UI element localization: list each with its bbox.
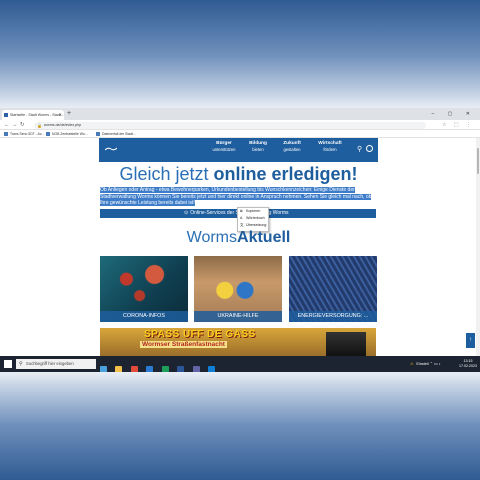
file-explorer-icon[interactable]: [115, 366, 123, 372]
edge-icon[interactable]: [208, 366, 216, 372]
taskbar-apps: [100, 360, 219, 372]
tray-icons: ⌃ ▭ ♪: [429, 362, 441, 366]
close-tab-icon[interactable]: ✕: [59, 110, 62, 120]
taskbar-clock[interactable]: 13:15 17.02.2023: [459, 359, 477, 369]
nav-item-bildung[interactable]: Bildung bieten: [245, 141, 271, 152]
carnival-banner[interactable]: SPASS UFF DE GASS Wormser Straßenfastnac…: [100, 328, 376, 356]
bookmarks-bar: Trans Sera GDT - Av... NOB Zentralstelle…: [0, 130, 480, 138]
address-text: worms.de/de/index.php: [44, 122, 82, 127]
site-navigation: Bürger unterstützen Bildung bieten Zukun…: [99, 138, 378, 162]
banner-image: [326, 332, 366, 356]
worms-logo-icon[interactable]: [105, 146, 117, 152]
website: Bürger unterstützen Bildung bieten Zukun…: [0, 138, 476, 356]
bookmark-item[interactable]: Trans Sera GDT - Av...: [4, 130, 44, 138]
page-scrollbar[interactable]: [476, 138, 480, 356]
teams-icon[interactable]: [192, 366, 200, 372]
favicon-icon: [4, 113, 8, 117]
scrollbar-thumb[interactable]: [477, 148, 479, 174]
context-menu-item-translate[interactable]: 文 Übersetzung: [238, 222, 268, 229]
language-globe-icon[interactable]: [366, 145, 373, 152]
bookmark-icon: [46, 132, 50, 137]
intro-text-selected[interactable]: Ob Anliegen oder Antrag - etwa Bewohnerp…: [100, 187, 376, 207]
news-card-corona[interactable]: CORONA-INFOS: [100, 256, 188, 322]
news-card-energy[interactable]: ENERGIEVERSORGUNG: ...: [289, 256, 377, 322]
scroll-to-top-button[interactable]: ↑: [466, 333, 475, 348]
card-label: UKRAINE-HILFE: [194, 311, 282, 322]
context-menu-item-dictionary[interactable]: A Wörterbuch: [238, 215, 268, 222]
bookmark-item[interactable]: Datenerfall der Stadt...: [96, 130, 136, 138]
reload-icon[interactable]: ↻: [20, 121, 25, 129]
bookmark-icon: [4, 132, 8, 137]
new-tab-button[interactable]: +: [67, 109, 71, 119]
windows-start-icon[interactable]: [4, 360, 12, 368]
extensions-icon[interactable]: ☆ ⬚ ⋮: [442, 121, 474, 129]
news-card-ukraine[interactable]: UKRAINE-HILFE: [194, 256, 282, 322]
browser-tab[interactable]: Startseite - Stadt Worms - Stadt... ✕: [2, 110, 64, 120]
chrome-icon[interactable]: [130, 366, 138, 372]
copy-icon: ⧉: [240, 209, 243, 213]
search-icon[interactable]: ⚲: [357, 145, 362, 153]
lock-icon: 🔒: [37, 122, 42, 128]
card-label: CORONA-INFOS: [100, 311, 188, 322]
outlook-icon[interactable]: [146, 366, 154, 372]
browser-toolbar: ← → ↻ 🔒 worms.de/de/index.php ☆ ⬚ ⋮: [0, 120, 480, 130]
search-icon: ⚲: [19, 361, 23, 367]
bookmark-icon: [96, 132, 100, 137]
address-bar[interactable]: 🔒 worms.de/de/index.php: [34, 121, 426, 129]
warning-icon: ⚠: [410, 362, 414, 366]
tab-title: Startseite - Stadt Worms - Stadt...: [10, 113, 64, 117]
translate-icon: 文: [240, 223, 244, 227]
nav-item-buerger[interactable]: Bürger unterstützen: [211, 141, 237, 152]
excel-icon[interactable]: [161, 366, 169, 372]
page-headline: Gleich jetzt online erledigen!: [119, 164, 358, 184]
window-controls[interactable]: – ▢ ✕: [432, 109, 476, 119]
windows-taskbar: ⚲ Suchbegriff hier eingeben ⚠ Einstell ⌃ …: [0, 356, 480, 372]
section-title: WormsAktuell: [186, 229, 291, 246]
system-tray[interactable]: ⚠ Einstell ⌃ ▭ ♪: [410, 356, 441, 372]
card-label: ENERGIEVERSORGUNG: ...: [289, 311, 377, 322]
forward-icon[interactable]: →: [12, 121, 18, 129]
nav-item-wirtschaft[interactable]: Wirtschaft fördern: [317, 141, 343, 152]
dictionary-icon: A: [240, 216, 243, 220]
banner-subtitle: Wormser Straßenfastnacht: [140, 341, 227, 348]
arrow-circle-icon: ⊙: [184, 210, 189, 216]
screen: Startseite - Stadt Worms - Stadt... ✕ + …: [0, 108, 480, 372]
back-icon[interactable]: ←: [4, 121, 10, 129]
taskbar-search-input[interactable]: ⚲ Suchbegriff hier eingeben: [16, 359, 96, 369]
context-menu-item-copy[interactable]: ⧉ Kopieren: [238, 208, 268, 215]
browser-tab-bar: Startseite - Stadt Worms - Stadt... ✕ + …: [0, 108, 480, 120]
nav-item-zukunft[interactable]: Zukunft gestalten: [279, 141, 305, 152]
word-icon[interactable]: [177, 366, 185, 372]
bookmark-item[interactable]: NOB Zentralstelle Wo...: [46, 130, 88, 138]
task-view-icon[interactable]: [100, 366, 107, 372]
banner-title: SPASS UFF DE GASS: [144, 329, 256, 340]
